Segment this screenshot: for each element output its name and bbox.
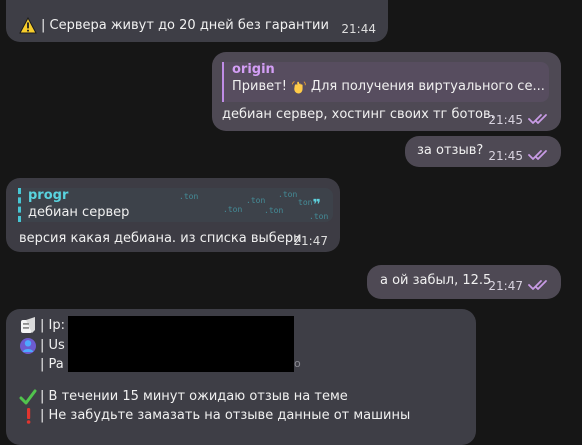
incoming-message-server-credentials[interactable]: | Ip: | Us | Pa о | В течении 15 минут о… <box>6 309 476 445</box>
watermark-text: .ton <box>309 212 329 221</box>
hide-data-row: | Не забудьте замазать на отзыве данные … <box>19 407 410 425</box>
watermark-text: .ton <box>223 205 243 214</box>
credential-row-user: | Us <box>19 337 65 355</box>
user-avatar-icon <box>20 338 36 354</box>
password-fragment: о <box>294 357 301 370</box>
green-check-icon <box>19 389 37 405</box>
message-time: 21:44 <box>341 22 376 36</box>
server-icon <box>21 317 35 333</box>
credential-row-password: | Pa <box>19 356 64 374</box>
message-text: дебиан сервер, хостинг своих тг ботов. <box>222 107 495 122</box>
review-instruction-text: | В течении 15 минут ожидаю отзыв на тем… <box>40 389 348 404</box>
reply-preview-origin[interactable]: origin Привет! Для получения виртуальног… <box>222 62 549 102</box>
reply-author: origin <box>232 62 275 77</box>
message-time: 21:45 <box>488 149 523 163</box>
hide-data-text: | Не забудьте замазать на отзыве данные … <box>40 408 411 423</box>
red-exclamation-icon <box>26 408 31 424</box>
outgoing-message-version-answer[interactable]: а ой забыл, 12.5 21:47 <box>367 265 561 299</box>
warning-icon <box>19 17 37 34</box>
message-time: 21:47 <box>488 279 523 293</box>
message-text: | Сервера живут до 20 дней без гарантии <box>41 18 329 33</box>
watermark-text: .ton <box>278 190 298 199</box>
incoming-message-debian-version[interactable]: progr дебиан сервер .ton .ton .ton ton .… <box>6 178 340 252</box>
message-text: за отзыв? <box>417 143 484 158</box>
double-check-icon <box>528 150 547 160</box>
double-check-icon <box>528 280 547 290</box>
reply-preview-progr[interactable]: progr дебиан сервер .ton .ton .ton ton .… <box>18 188 333 222</box>
watermark-text: .ton <box>246 196 266 205</box>
watermark-text: .ton <box>264 206 284 215</box>
message-text: а ой забыл, 12.5 <box>380 273 492 288</box>
waving-hand-icon <box>291 80 306 93</box>
outgoing-message-debian-hosting[interactable]: origin Привет! Для получения виртуальног… <box>212 52 561 131</box>
incoming-message-server-warning[interactable]: | Сервера живут до 20 дней без гарантии … <box>6 0 388 42</box>
reply-greeting-rest: Для получения виртуального се... <box>310 79 545 94</box>
reply-text: дебиан сервер <box>28 205 130 220</box>
quote-icon: ❞ <box>312 197 321 213</box>
redaction-block <box>68 316 294 372</box>
message-time: 21:45 <box>488 113 523 127</box>
reply-greeting-start: Привет! <box>232 79 287 94</box>
watermark-text: ton <box>298 198 313 207</box>
credential-label-password: | Pa <box>40 357 64 372</box>
credential-row-ip: | Ip: <box>19 317 65 335</box>
message-body: | Сервера живут до 20 дней без гарантии <box>19 17 329 35</box>
message-time: 21:47 <box>293 234 328 248</box>
watermark-text: .ton <box>179 192 199 201</box>
credential-label-ip: | Ip: <box>40 318 65 333</box>
double-check-icon <box>528 114 547 124</box>
reply-text-row: Привет! Для получения виртуального се... <box>232 78 549 95</box>
credential-label-user: | Us <box>40 338 65 353</box>
review-instruction-row: | В течении 15 минут ожидаю отзыв на тем… <box>19 388 348 406</box>
message-text: версия какая дебиана. из списка выбери <box>19 231 302 246</box>
outgoing-message-review-question[interactable]: за отзыв? 21:45 <box>405 136 561 167</box>
